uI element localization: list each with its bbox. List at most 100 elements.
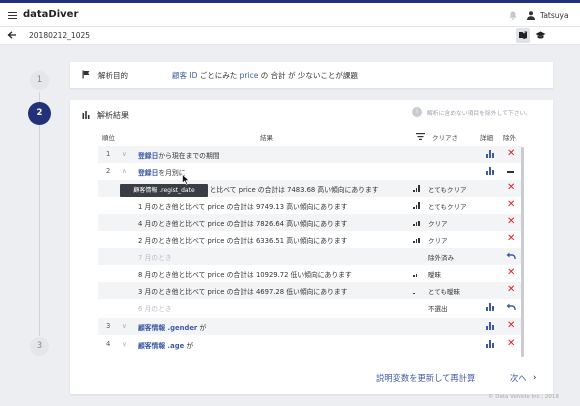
step-rail xyxy=(39,92,40,336)
table-row[interactable]: 4 月のとき他と比べて price の合計は 7826.64 高い傾向にあります… xyxy=(98,214,522,231)
results-title: 解析結果 xyxy=(97,111,129,120)
purpose-text: 顧客 ID ごとにみた price の 合計 が 少ないことが課題 xyxy=(172,70,358,81)
purpose-label: 解析目的 xyxy=(98,71,128,80)
sub-row-text: 2 月のとき他と比べて price の合計は 6336.51 高い傾向にあります xyxy=(138,237,348,245)
clarity-label: クリア xyxy=(428,237,448,245)
row-keyword: 顧客情報 .age xyxy=(138,342,185,350)
column-rank: 順位 xyxy=(102,134,115,142)
table-row[interactable]: 6 月のとき 不選出 xyxy=(98,299,522,316)
row-text: 登録日を月別に xyxy=(138,167,186,177)
row-text: 顧客情報 .gender が xyxy=(138,322,206,332)
chevron-up-icon[interactable]: ∧ xyxy=(122,167,127,175)
sub-bar: 20180212_1025 xyxy=(0,27,580,45)
close-icon[interactable]: ✕ xyxy=(507,321,515,331)
chevron-down-icon[interactable]: ∨ xyxy=(122,340,127,348)
signal-icon xyxy=(413,185,421,192)
clarity-label: 不選出 xyxy=(428,305,448,313)
footer-copyright: © Data Vehicle Inc., 2018 xyxy=(488,394,559,400)
flag-icon xyxy=(82,70,90,79)
bell-icon[interactable] xyxy=(509,11,517,20)
row-keyword: 登録日 xyxy=(138,152,159,160)
sub-row-text: 1 月のとき他と比べて price の合計は 9749.13 高い傾向にあります xyxy=(138,203,348,211)
clarity-label: とてもクリア xyxy=(428,186,467,194)
purpose-card: 解析目的 顧客 ID ごとにみた price の 合計 が 少ないことが課題 xyxy=(70,62,553,88)
guide-icon[interactable] xyxy=(516,28,530,43)
graduation-cap-icon[interactable] xyxy=(533,28,547,43)
table-row[interactable]: 8 月のとき他と比べて price の合計は 10929.72 低い傾向にありま… xyxy=(98,265,522,282)
hamburger-icon[interactable] xyxy=(8,12,17,20)
row-rank: 1 xyxy=(106,150,111,158)
clarity-label: とても曖昧 xyxy=(428,288,460,296)
close-icon[interactable]: ✕ xyxy=(507,285,515,295)
tooltip: 顧客情報 .regist_date xyxy=(120,184,208,197)
chevron-down-icon[interactable]: ∨ xyxy=(122,322,127,330)
sub-row-text: 3 月のとき他と比べて price の合計は 4697.28 低い傾向にあります xyxy=(138,288,348,296)
row-rank: 3 xyxy=(106,322,111,330)
purpose-keyword-price: price xyxy=(239,71,259,80)
bar-chart-icon xyxy=(82,111,90,119)
update-and-recalculate-button[interactable]: 説明変数を更新して再計算 xyxy=(376,372,475,384)
row-text: 登録日から現在までの期間 xyxy=(138,150,220,160)
chevron-right-icon[interactable]: › xyxy=(533,373,536,383)
back-arrow-icon[interactable] xyxy=(7,30,17,40)
filter-icon[interactable] xyxy=(416,133,425,140)
signal-icon xyxy=(413,202,421,209)
close-icon[interactable]: ✕ xyxy=(507,200,515,210)
signal-icon xyxy=(413,219,421,226)
clarity-label: とてもクリア xyxy=(428,203,467,211)
user-name[interactable]: Tatsuya xyxy=(540,11,569,20)
row-text-rest: から現在までの期間 xyxy=(158,152,220,160)
table-row[interactable]: 7 月のとき 除外済み xyxy=(98,248,522,265)
close-icon[interactable]: ✕ xyxy=(507,339,515,349)
top-bar: dataDiver Tatsuya xyxy=(0,0,580,27)
clarity-label: 除外済み xyxy=(428,254,454,262)
undo-icon[interactable] xyxy=(505,302,516,312)
next-button[interactable]: 次へ xyxy=(510,372,527,384)
row-text-rest: が xyxy=(197,324,207,332)
purpose-text-2: の 合計 が 少ないことが課題 xyxy=(258,71,358,80)
signal-icon xyxy=(413,287,421,294)
table-row[interactable]: 2 月のとき他と比べて price の合計は 6336.51 高い傾向にあります… xyxy=(98,231,522,248)
table-row[interactable]: 3 ∨ 顧客情報 .gender が ✕ xyxy=(98,318,522,335)
table-row[interactable]: 4 ∨ 顧客情報 .age が ✕ xyxy=(98,336,522,353)
row-text-rest: が xyxy=(184,342,194,350)
close-icon[interactable]: ✕ xyxy=(507,217,515,227)
table-row[interactable]: 3 月のとき他と比べて price の合計は 4697.28 低い傾向にあります… xyxy=(98,282,522,299)
chevron-down-icon[interactable]: ∨ xyxy=(122,150,127,158)
close-icon[interactable]: ✕ xyxy=(507,268,515,278)
detail-chart-icon[interactable] xyxy=(486,322,494,330)
clarity-label: 曖昧 xyxy=(428,271,441,279)
detail-chart-icon[interactable] xyxy=(486,340,494,348)
user-icon[interactable] xyxy=(527,11,535,20)
results-card: 解析結果 i 解析に含めない項目を除外して下さい。 順位 結果 クリアさ 詳細 … xyxy=(70,100,553,394)
detail-chart-icon[interactable] xyxy=(486,303,494,311)
row-keyword: 顧客情報 .gender xyxy=(138,324,198,332)
sub-row-text: 7 月のとき xyxy=(138,254,172,262)
breadcrumb: 20180212_1025 xyxy=(29,31,91,40)
info-icon: i xyxy=(412,107,422,117)
sub-row-text: 8 月のとき他と比べて price の合計は 10929.72 低い傾向にありま… xyxy=(138,271,352,279)
column-detail: 詳細 xyxy=(480,134,493,142)
undo-icon[interactable] xyxy=(505,251,516,261)
sub-row-text: 6 月のとき xyxy=(138,305,172,313)
clarity-label: クリア xyxy=(428,220,448,228)
minus-icon[interactable] xyxy=(507,171,514,173)
table-row[interactable]: 1 ∨ 登録日から現在までの期間 ✕ xyxy=(98,146,522,163)
row-keyword: 登録日 xyxy=(138,169,159,177)
close-icon[interactable]: ✕ xyxy=(507,234,515,244)
detail-chart-icon[interactable] xyxy=(486,167,494,175)
step-3-indicator[interactable]: 3 xyxy=(30,337,49,356)
column-exclude: 除外 xyxy=(503,134,516,142)
table-row[interactable]: 2 ∧ 登録日を月別に xyxy=(98,163,522,180)
table-row[interactable]: 1 月のとき他と比べて price の合計は 9749.13 高い傾向にあります… xyxy=(98,197,522,214)
close-icon[interactable]: ✕ xyxy=(507,183,515,193)
brand-logo: dataDiver xyxy=(23,9,79,20)
step-2-indicator[interactable]: 2 xyxy=(28,102,51,125)
sub-row-text: 4 月のとき他と比べて price の合計は 7826.64 高い傾向にあります xyxy=(138,220,348,228)
detail-chart-icon[interactable] xyxy=(486,150,494,158)
column-result: 結果 xyxy=(260,134,273,142)
close-icon[interactable]: ✕ xyxy=(507,149,515,159)
step-1-indicator[interactable]: 1 xyxy=(30,71,49,90)
results-scrollbar[interactable] xyxy=(521,147,524,357)
row-rank: 2 xyxy=(106,167,111,175)
